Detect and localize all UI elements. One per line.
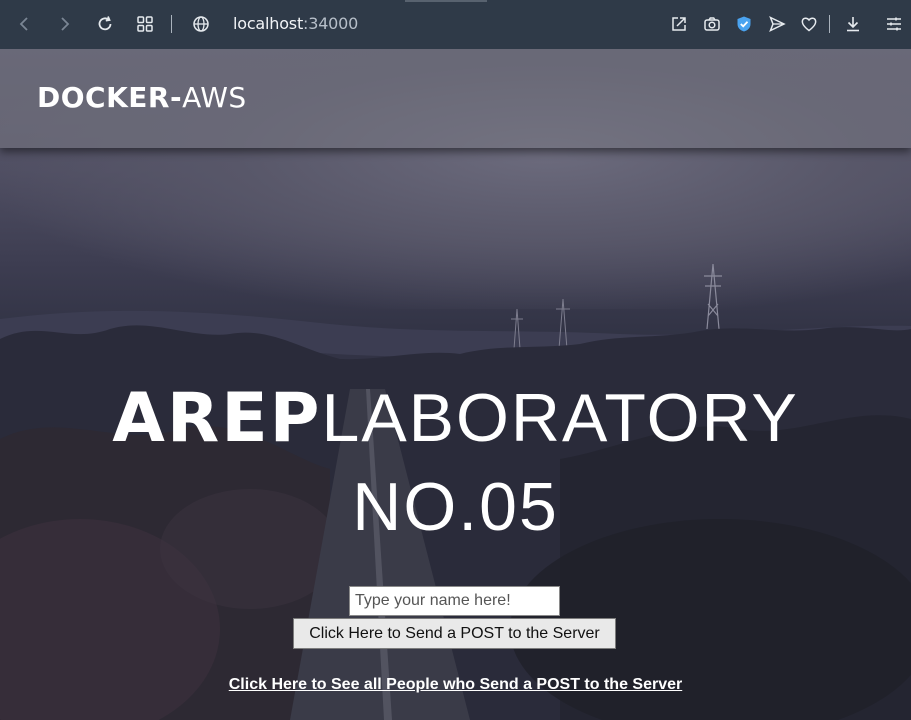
browser-toolbar: localhost:34000 — [0, 0, 911, 49]
send-post-button[interactable]: Click Here to Send a POST to the Server — [293, 618, 616, 649]
toolbar-separator — [829, 15, 830, 33]
menu-icon[interactable] — [883, 13, 905, 35]
send-icon[interactable] — [766, 13, 788, 35]
forward-icon[interactable] — [53, 13, 75, 35]
hero-title-light: LABORATORY — [321, 380, 799, 456]
see-people-link[interactable]: Click Here to See all People who Send a … — [0, 676, 911, 694]
heart-icon[interactable] — [798, 13, 820, 35]
camera-icon[interactable] — [701, 13, 723, 35]
hero-subtitle: NO.05 — [352, 469, 559, 545]
download-icon[interactable] — [842, 13, 864, 35]
site-brand[interactable]: DOCKER-AWS — [37, 81, 247, 114]
site-header: DOCKER-AWS — [0, 49, 911, 148]
globe-icon[interactable] — [190, 13, 212, 35]
toolbar-separator — [171, 15, 172, 33]
reload-icon[interactable] — [94, 13, 116, 35]
address-bar[interactable]: localhost:34000 — [233, 14, 358, 33]
hero-title: AREPLABORATORY NO.05 — [0, 374, 911, 552]
name-input[interactable] — [349, 586, 560, 616]
brand-light: AWS — [182, 81, 247, 114]
web-page: DOCKER-AWS AREPLABORATORY NO.05 Click He… — [0, 49, 911, 720]
tabs-grid-icon[interactable] — [134, 13, 156, 35]
hero-title-bold: AREP — [112, 379, 322, 458]
active-tab-indicator — [405, 0, 487, 2]
url-port: :34000 — [303, 14, 359, 33]
shield-icon[interactable] — [733, 13, 755, 35]
brand-bold: DOCKER- — [37, 81, 183, 114]
url-host: localhost — [233, 14, 304, 33]
back-icon[interactable] — [14, 13, 36, 35]
share-icon[interactable] — [668, 13, 690, 35]
